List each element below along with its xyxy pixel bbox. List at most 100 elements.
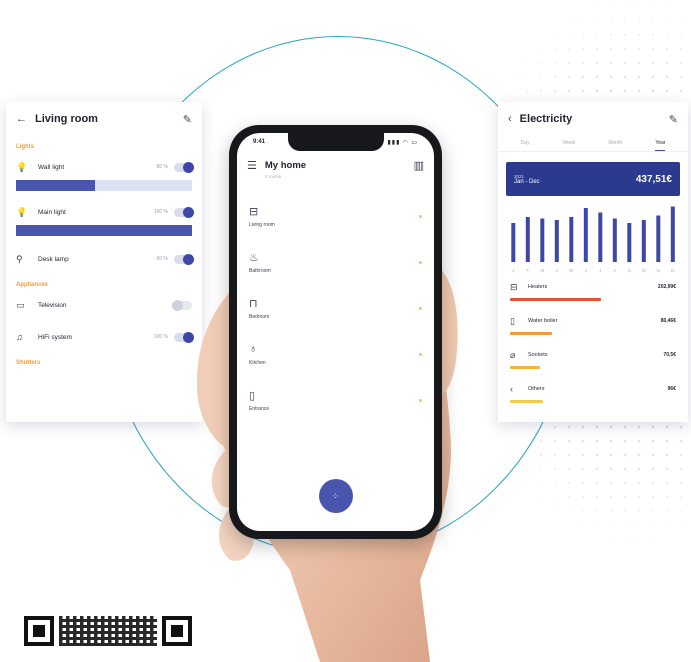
home-header: ☰ My home ▥ <box>237 151 434 172</box>
consumer-name: Others <box>528 386 545 392</box>
consumer-row[interactable]: ‹ Others 96€ <box>498 378 688 412</box>
phone-device: 9:41 ▮▮▮ ◠ ▭ ☰ My home ▥ 3 rooms ⊟ Living… <box>229 125 442 539</box>
banner-period: 2021 Jan - Dec <box>514 174 636 185</box>
consumer-share-bar <box>510 400 544 403</box>
electricity-bar-chart: JFMAMJJASOND <box>511 206 675 273</box>
room-status-dot <box>419 352 422 356</box>
back-arrow-icon[interactable]: ← <box>16 113 27 125</box>
room-name: Entrance <box>249 405 270 412</box>
sofa-icon: ⊟ <box>249 205 259 218</box>
bulb-icon: 💡 <box>16 161 28 172</box>
consumer-share-bar <box>510 366 540 369</box>
chart-bar <box>540 218 545 262</box>
consumer-share-bar <box>510 298 602 301</box>
consumer-name: Sockets <box>528 352 548 358</box>
chart-tick-label: J <box>512 268 514 273</box>
device-row-main-light[interactable]: 💡 Main light 100 % <box>6 199 202 225</box>
device-toggle[interactable] <box>174 206 194 218</box>
consumer-share-bar <box>510 332 552 335</box>
chart-tick-label: M <box>569 268 573 273</box>
device-row-wall-light[interactable]: 💡 Wall light 80 % <box>6 154 202 180</box>
room-row[interactable]: ▯ Entrance <box>237 377 434 423</box>
device-name: Desk lamp <box>38 255 69 263</box>
others-icon: ‹ <box>510 384 513 394</box>
device-level: 60 % <box>156 256 168 262</box>
main-light-slider[interactable] <box>16 225 192 236</box>
chart-bar <box>656 215 661 262</box>
period-tabs: Day Week Month Year <box>498 136 688 152</box>
room-name: Living room <box>249 221 275 228</box>
menu-icon[interactable]: ☰ <box>247 159 257 172</box>
chart-bar <box>569 217 574 262</box>
room-name: Bathroom <box>249 267 271 274</box>
home-subtitle: 3 rooms <box>265 174 282 179</box>
tv-icon: ▭ <box>16 299 25 310</box>
living-room-title: Living room <box>35 113 98 125</box>
phone-screen: 9:41 ▮▮▮ ◠ ▭ ☰ My home ▥ 3 rooms ⊟ Living… <box>237 133 434 531</box>
edit-pencil-icon[interactable]: ✎ <box>183 113 192 126</box>
consumer-row[interactable]: ▯ Water boiler 80,46€ <box>498 310 688 344</box>
door-icon: ▯ <box>249 389 256 402</box>
edit-pencil-icon[interactable]: ✎ <box>669 113 678 126</box>
home-title: My home <box>264 160 307 171</box>
chart-bar <box>627 223 632 262</box>
add-button[interactable]: ⁘ <box>318 479 353 513</box>
room-status-dot <box>419 214 422 218</box>
consumer-cost: 96€ <box>667 386 676 392</box>
device-level: 80 % <box>156 164 168 170</box>
device-toggle[interactable] <box>174 161 194 173</box>
room-name: Kitchen <box>249 359 266 366</box>
back-chevron-icon[interactable]: ‹ <box>508 113 512 125</box>
heater-icon: ⊟ <box>510 281 518 292</box>
consumer-row[interactable]: ⊟ Heaters 202,99€ <box>498 276 688 310</box>
electricity-card: ‹ Electricity ✎ Day Week Month Year 2021… <box>498 102 688 422</box>
chart-tick-label: F <box>526 268 529 273</box>
cooking-pot-icon: ♁ <box>249 342 258 355</box>
consumer-name: Heaters <box>528 284 548 290</box>
tab-week[interactable]: Week <box>563 140 576 151</box>
consumer-cost: 70,5€ <box>663 352 676 358</box>
banner-total: 437,51€ <box>635 173 672 185</box>
chart-tick-label: J <box>585 268 587 273</box>
device-name: HiFi system <box>38 333 72 341</box>
room-row[interactable]: ♁ Kitchen <box>237 331 434 377</box>
tab-year[interactable]: Year <box>655 140 666 151</box>
consumer-name: Water boiler <box>528 318 558 324</box>
room-row[interactable]: ⊟ Living room <box>237 193 434 239</box>
socket-icon: ⌀ <box>510 349 516 360</box>
consumer-list: ⊟ Heaters 202,99€ ▯ Water boiler 80,46€ ⌀ Socke… <box>498 276 688 412</box>
phone-notch <box>287 133 384 151</box>
room-status-dot <box>419 398 422 402</box>
chart-tick-label: M <box>540 268 544 273</box>
device-level: 100 % <box>153 209 168 215</box>
room-row[interactable]: ⊓ Bedroom <box>237 285 434 331</box>
chart-tick-label: O <box>642 268 646 273</box>
chart-bar <box>554 220 559 262</box>
status-time: 9:41 <box>253 139 266 145</box>
tab-month[interactable]: Month <box>608 140 622 151</box>
qr-code <box>24 613 192 649</box>
banner-range: Jan - Dec <box>514 178 540 185</box>
electricity-title: Electricity <box>519 113 573 125</box>
stats-icon[interactable]: ▥ <box>414 159 424 172</box>
wall-light-slider[interactable] <box>16 180 192 191</box>
consumer-row[interactable]: ⌀ Sockets 70,5€ <box>498 344 688 378</box>
device-name: Wall light <box>38 163 65 171</box>
room-list: ⊟ Living room ♨ Bathroom ⊓ Bedroom ♁ Kitchen ▯ En… <box>237 193 434 423</box>
water-boiler-icon: ▯ <box>510 315 515 326</box>
chart-bar <box>641 220 646 262</box>
bed-icon: ⊓ <box>249 297 258 310</box>
chart-tick-label: N <box>657 268 660 273</box>
room-name: Bedroom <box>249 313 270 320</box>
chart-bar <box>612 218 617 262</box>
chart-bar <box>525 217 530 262</box>
device-level: 100 % <box>153 334 168 340</box>
chart-bar <box>511 223 516 262</box>
bath-icon: ♨ <box>249 251 259 264</box>
chart-bar <box>598 212 603 262</box>
consumer-cost: 80,46€ <box>660 318 676 324</box>
room-row[interactable]: ♨ Bathroom <box>237 239 434 285</box>
device-name: Main light <box>38 208 66 216</box>
tab-day[interactable]: Day <box>521 140 530 151</box>
chart-bar <box>583 208 588 262</box>
